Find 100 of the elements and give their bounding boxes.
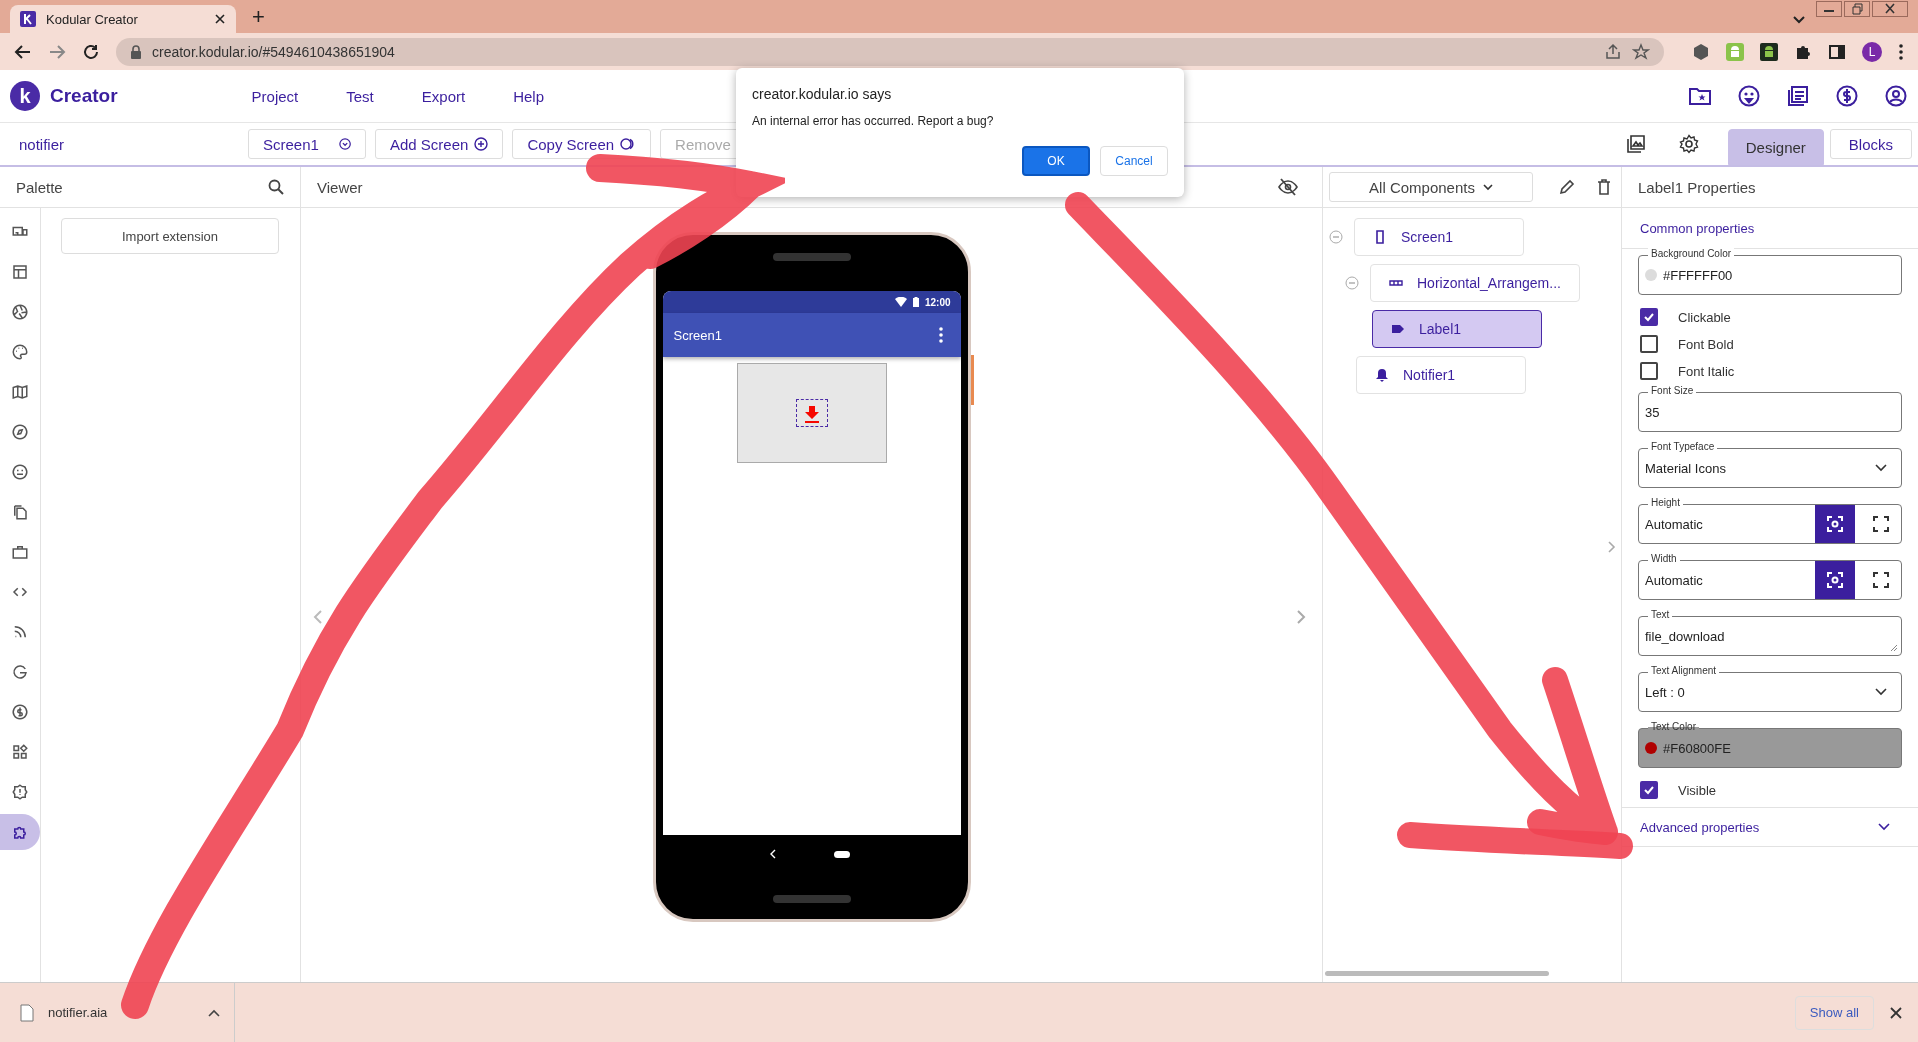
field-label: Width	[1648, 553, 1680, 565]
star-icon[interactable]	[1632, 42, 1650, 61]
focus-icon	[1826, 515, 1844, 533]
selected-label[interactable]	[795, 399, 828, 427]
project-name: notifier	[19, 135, 66, 153]
focus-icon	[1826, 571, 1844, 589]
profile-avatar[interactable]: L	[1862, 41, 1882, 62]
close-icon[interactable]	[1872, 1, 1908, 17]
automatic-size-button[interactable]	[1815, 505, 1855, 543]
panel-title: Palette	[16, 178, 63, 196]
share-icon[interactable]	[1604, 42, 1622, 61]
menu-item[interactable]: Export	[421, 87, 466, 105]
download-file-name[interactable]: notifier.aia	[48, 1005, 194, 1020]
url-text: creator.kodular.io/#5494610438651904	[152, 43, 395, 60]
browser-tab[interactable]: Kodular Creator	[10, 5, 236, 33]
component-item[interactable]: Notifier1	[1356, 356, 1526, 394]
android-icon[interactable]	[1760, 42, 1778, 61]
briefcase-icon	[11, 543, 29, 561]
field-value: Left : 0	[1645, 684, 1686, 700]
show-all-button[interactable]: Show all	[1794, 995, 1874, 1030]
panel-title: Viewer	[317, 178, 363, 196]
extension-hexagon-icon[interactable]	[1692, 42, 1710, 61]
copy-screen-button[interactable]: Copy Screen	[512, 129, 652, 159]
component-item[interactable]: Horizontal_Arrangem...	[1370, 264, 1580, 302]
fullscreen-icon	[1872, 515, 1890, 533]
field-value: #FFFFFF00	[1663, 267, 1734, 283]
search-icon[interactable]	[268, 179, 284, 195]
reload-icon[interactable]	[82, 42, 100, 61]
palette-icon	[11, 343, 29, 361]
fullscreen-icon	[1872, 571, 1890, 589]
horizontal-scrollbar[interactable]	[1325, 971, 1549, 976]
chevron-down-icon	[1875, 464, 1887, 472]
checkbox[interactable]	[1640, 362, 1658, 380]
bell-icon	[1375, 368, 1389, 382]
component-item[interactable]: Screen1	[1354, 218, 1524, 256]
dollar-icon[interactable]	[1835, 84, 1859, 108]
close-icon[interactable]	[214, 13, 226, 25]
automatic-size-button[interactable]	[1815, 561, 1855, 599]
checkbox-label: Font Bold	[1678, 336, 1734, 352]
compass-icon	[11, 423, 29, 441]
section-header[interactable]: Common properties	[1640, 220, 1755, 236]
status-time: 12:00	[924, 296, 951, 308]
panel-title: Label1 Properties	[1638, 178, 1756, 196]
gallery-icon[interactable]	[1625, 134, 1646, 154]
home-nav-icon	[833, 850, 850, 858]
field-label: Text Alignment	[1648, 665, 1720, 677]
mode-tab[interactable]: Designer	[1727, 129, 1824, 165]
dialog-button[interactable]: OK	[1022, 146, 1090, 176]
chevron-circle-icon	[338, 137, 351, 151]
add-screen-button[interactable]: Add Screen	[375, 129, 504, 159]
checkbox[interactable]	[1640, 335, 1658, 353]
restore-icon[interactable]	[1844, 1, 1870, 17]
dollar-icon	[11, 703, 29, 721]
mode-tab[interactable]: Blocks	[1829, 129, 1912, 159]
side-panel-icon[interactable]	[1828, 42, 1846, 61]
screen-select[interactable]: Screen1	[248, 129, 366, 159]
component-filter-dropdown[interactable]: All Components	[1329, 172, 1533, 202]
forward-arrow-icon[interactable]	[48, 42, 66, 61]
field-value: Automatic	[1645, 572, 1704, 588]
chevron-up-icon[interactable]	[208, 1008, 220, 1017]
files-icon	[11, 503, 29, 521]
widgets-icon	[11, 743, 29, 761]
dialog-button[interactable]: Cancel	[1100, 146, 1168, 176]
close-icon[interactable]	[1890, 1006, 1902, 1019]
face-icon[interactable]	[1737, 84, 1761, 108]
app-logo: k	[10, 81, 40, 111]
field-value: #F60800FE	[1663, 740, 1732, 756]
field-label: Font Typeface	[1648, 441, 1718, 453]
field-label: Background Color	[1648, 248, 1735, 260]
account-icon[interactable]	[1884, 84, 1908, 108]
back-arrow-icon[interactable]	[14, 42, 32, 61]
minimize-icon[interactable]	[1816, 1, 1842, 17]
checkbox-label: Font Italic	[1678, 363, 1735, 379]
trash-icon[interactable]	[1597, 179, 1611, 195]
chevron-down-icon[interactable]	[1792, 15, 1806, 25]
category-tab[interactable]	[0, 814, 40, 850]
eye-off-icon[interactable]	[1278, 178, 1298, 196]
menu-item[interactable]: Test	[346, 87, 374, 105]
chevron-down-icon	[1482, 183, 1493, 191]
component-item[interactable]: Label1	[1372, 310, 1542, 348]
checkbox[interactable]	[1640, 308, 1658, 326]
new-tab-button[interactable]: +	[252, 4, 265, 30]
section-header[interactable]: Advanced properties	[1640, 819, 1760, 835]
pencil-icon[interactable]	[1559, 179, 1575, 195]
address-bar[interactable]: creator.kodular.io/#5494610438651904	[116, 37, 1664, 66]
document-list-icon[interactable]	[1786, 84, 1810, 108]
menu-item[interactable]: Help	[513, 87, 544, 105]
dialog-title: creator.kodular.io says	[752, 86, 893, 102]
checkbox[interactable]	[1640, 781, 1658, 799]
kebab-menu-icon[interactable]	[1898, 42, 1904, 61]
chevron-down-icon[interactable]	[1878, 823, 1890, 831]
field-label: Font Size	[1648, 385, 1697, 397]
aperture-icon	[11, 303, 29, 321]
field-value: Automatic	[1645, 516, 1704, 532]
lock-icon	[130, 44, 142, 59]
import-extension-button[interactable]: Import extension	[61, 218, 279, 254]
menu-item[interactable]: Project	[251, 87, 299, 105]
resize-handle-icon[interactable]	[1890, 644, 1898, 652]
field-label: Height	[1648, 497, 1683, 509]
settings-icon[interactable]	[1678, 134, 1699, 154]
